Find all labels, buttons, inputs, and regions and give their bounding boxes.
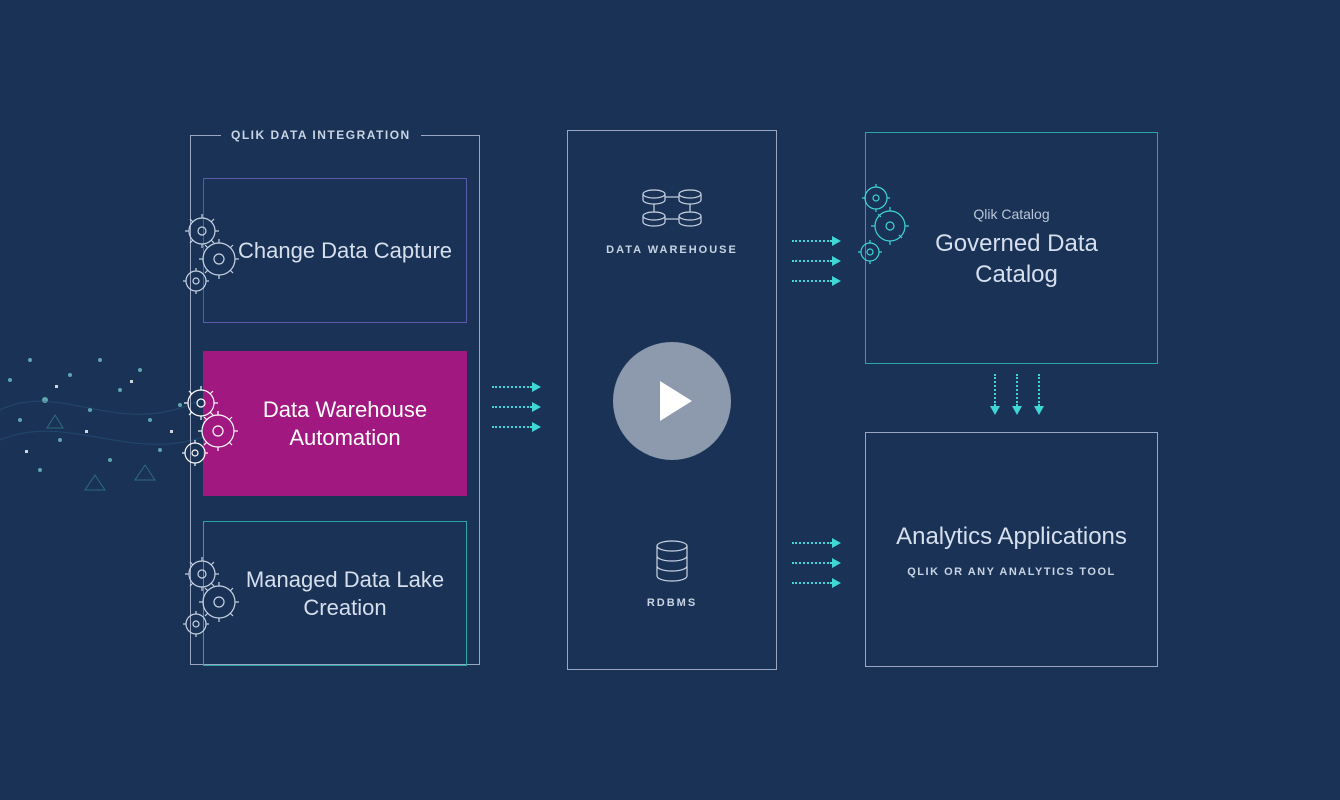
catalog-subtitle: Qlik Catalog — [973, 206, 1049, 222]
analytics-subtitle: QLIK OR ANY ANALYTICS TOOL — [907, 566, 1116, 578]
database-icon — [652, 539, 692, 583]
diagram-stage: QLIK DATA INTEGRATION — [0, 0, 1340, 800]
integration-header: QLIK DATA INTEGRATION — [221, 128, 421, 142]
catalog-container: Qlik Catalog Governed Data Catalog — [865, 132, 1158, 364]
rdbms-label: RDBMS — [568, 597, 776, 609]
arrows-integration-to-warehouse — [492, 382, 541, 432]
analytics-title: Analytics Applications — [896, 521, 1127, 552]
card-change-data-capture: Change Data Capture — [203, 178, 467, 323]
data-warehouse-block: DATA WAREHOUSE — [568, 186, 776, 256]
arrows-rdbms-to-analytics — [792, 538, 841, 588]
integration-container: QLIK DATA INTEGRATION — [190, 135, 480, 665]
play-icon — [660, 381, 692, 421]
gears-icon — [848, 178, 918, 268]
arrows-warehouse-to-catalog — [792, 236, 841, 286]
play-button[interactable] — [613, 342, 731, 460]
data-warehouse-icon — [632, 186, 712, 230]
rdbms-block: RDBMS — [568, 539, 776, 609]
gears-icon — [174, 552, 244, 642]
analytics-container: Analytics Applications QLIK OR ANY ANALY… — [865, 432, 1158, 667]
gears-icon — [173, 381, 243, 471]
gears-icon — [174, 209, 244, 299]
card-managed-data-lake: Managed Data Lake Creation — [203, 521, 467, 666]
data-warehouse-label: DATA WAREHOUSE — [568, 244, 776, 256]
card-title: Change Data Capture — [218, 237, 452, 265]
arrows-catalog-to-analytics — [990, 374, 1044, 415]
card-data-warehouse-automation: Data Warehouse Automation — [203, 351, 467, 496]
